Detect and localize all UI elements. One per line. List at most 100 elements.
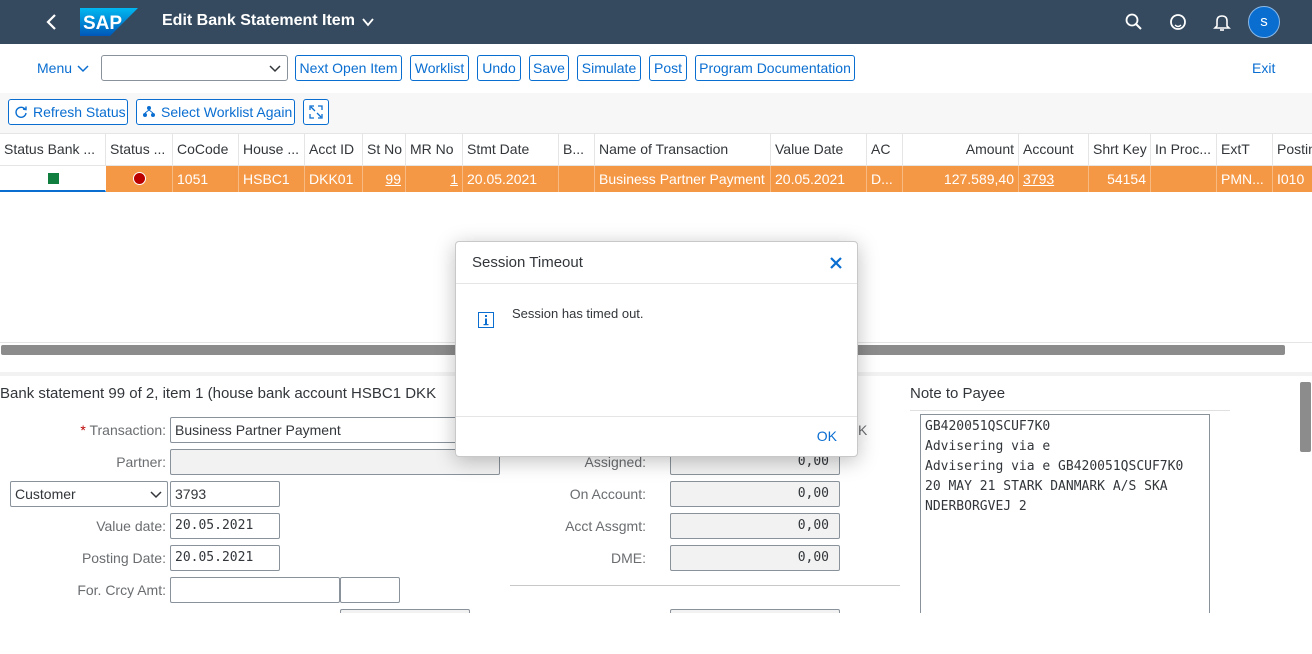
exit-button[interactable]: Exit — [1252, 60, 1275, 76]
worklist-button[interactable]: Worklist — [410, 55, 469, 81]
partner-field[interactable] — [170, 449, 500, 475]
note-to-payee-textarea[interactable]: GB420051QSCUF7K0 Advisering via e Advise… — [920, 414, 1210, 613]
undo-button[interactable]: Undo — [477, 55, 521, 81]
divider — [910, 410, 1230, 411]
for-crcy-amount-field[interactable] — [170, 577, 340, 603]
col-extt[interactable]: ExtT — [1217, 134, 1273, 165]
divider — [510, 585, 900, 586]
simulate-button[interactable]: Simulate — [577, 55, 641, 81]
for-crcy-label: For. Crcy Amt: — [77, 582, 166, 598]
amount-cell: 127.589,40 — [903, 166, 1019, 192]
next-open-item-button[interactable]: Next Open Item — [295, 55, 402, 81]
acct-assgmt-label: Acct Assgmt: — [565, 518, 646, 534]
refresh-status-button[interactable]: Refresh Status — [8, 99, 128, 125]
menu-button[interactable]: Menu — [37, 60, 90, 76]
col-account[interactable]: Account — [1019, 134, 1089, 165]
status-cell[interactable] — [106, 166, 173, 192]
search-icon[interactable] — [1124, 12, 1144, 32]
command-combobox[interactable] — [101, 55, 288, 81]
help-icon[interactable] — [1168, 12, 1188, 32]
table-row[interactable]: 1051 HSBC1 DKK01 99 1 20.05.2021 Busines… — [0, 166, 1312, 192]
session-timeout-dialog: Session Timeout Session has timed out. O… — [455, 241, 858, 457]
logo-text: SAP — [83, 13, 122, 34]
st-no-link[interactable]: 99 — [363, 166, 406, 192]
chevron-down-icon[interactable] — [268, 62, 282, 76]
shrt-key-cell: 54154 — [1089, 166, 1151, 192]
program-documentation-button[interactable]: Program Documentation — [695, 55, 855, 81]
refresh-status-label: Refresh Status — [33, 104, 126, 120]
close-icon[interactable] — [827, 254, 845, 272]
in-proc-cell — [1151, 166, 1217, 192]
refresh-icon — [15, 106, 27, 118]
col-house-bank[interactable]: House ... — [239, 134, 305, 165]
for-crcy-unit-field[interactable] — [340, 577, 400, 603]
on-account-field[interactable]: 0,00 — [670, 481, 840, 507]
transaction-field[interactable]: Business Partner Payment — [170, 417, 500, 443]
col-mr-no[interactable]: MR No — [406, 134, 463, 165]
select-worklist-again-label: Select Worklist Again — [161, 104, 293, 120]
house-bank-cell: HSBC1 — [239, 166, 305, 192]
stmt-date-cell: 20.05.2021 — [463, 166, 559, 192]
col-stmt-date[interactable]: Stmt Date — [463, 134, 559, 165]
select-worklist-again-button[interactable]: Select Worklist Again — [136, 99, 295, 125]
posting-date-field[interactable]: 20.05.2021 — [170, 545, 280, 571]
title-chevron-icon[interactable] — [360, 14, 376, 30]
sap-logo: SAP — [80, 8, 138, 36]
partially-hidden-amount-field[interactable] — [670, 609, 840, 613]
partially-hidden-field[interactable] — [340, 609, 470, 613]
scrollbar-thumb[interactable] — [1300, 382, 1311, 452]
worklist-icon — [143, 106, 155, 117]
col-in-proc[interactable]: In Proc... — [1151, 134, 1217, 165]
chevron-down-icon — [77, 65, 89, 73]
status-red-icon — [133, 172, 146, 185]
dme-label: DME: — [611, 550, 646, 566]
menu-label: Menu — [37, 60, 73, 76]
account-link[interactable]: 3793 — [1019, 166, 1089, 192]
required-marker: * — [80, 422, 86, 438]
value-date-field[interactable]: 20.05.2021 — [170, 513, 280, 539]
col-value-date[interactable]: Value Date — [771, 134, 867, 165]
vertical-scrollbar[interactable] — [1299, 381, 1312, 613]
divider — [456, 416, 857, 417]
partner-type-select[interactable]: Customer — [10, 481, 168, 507]
col-cocode[interactable]: CoCode — [173, 134, 239, 165]
acct-assgmt-field[interactable]: 0,00 — [670, 513, 840, 539]
table-toolbar: Refresh Status Select Worklist Again — [0, 93, 1312, 133]
extt-cell: PMN... — [1217, 166, 1273, 192]
toolbar: Menu Next Open Item Worklist Undo Save S… — [0, 44, 1312, 93]
col-st-no[interactable]: St No — [363, 134, 406, 165]
col-posting[interactable]: Postin — [1273, 134, 1312, 165]
ac-cell: D... — [867, 166, 903, 192]
dme-field[interactable]: 0,00 — [670, 545, 840, 571]
dialog-title: Session Timeout — [472, 254, 583, 271]
posting-cell: I010 — [1277, 171, 1305, 187]
partner-number-field[interactable]: 3793 — [170, 481, 280, 507]
table-header: Status Bank ... Status ... CoCode House … — [0, 134, 1312, 166]
expand-icon — [309, 105, 323, 119]
status-bank-cell[interactable] — [0, 166, 106, 192]
mr-no-link[interactable]: 1 — [406, 166, 463, 192]
ok-button[interactable]: OK — [817, 428, 837, 444]
value-date-cell: 20.05.2021 — [771, 166, 867, 192]
status-green-icon — [48, 173, 59, 184]
transaction-name-cell: Business Partner Payment — [595, 166, 771, 192]
col-acct-id[interactable]: Acct ID — [305, 134, 363, 165]
cocode-cell: 1051 — [173, 166, 239, 192]
save-button[interactable]: Save — [529, 55, 569, 81]
fullscreen-button[interactable] — [303, 99, 329, 125]
col-shrt-key[interactable]: Shrt Key — [1089, 134, 1151, 165]
user-avatar[interactable]: s — [1248, 6, 1280, 38]
col-b[interactable]: B... — [559, 134, 595, 165]
app-title[interactable]: Edit Bank Statement Item — [162, 12, 355, 30]
chevron-down-icon — [150, 491, 162, 499]
notifications-icon[interactable] — [1212, 12, 1232, 32]
back-icon[interactable] — [42, 11, 62, 33]
form-title: Bank statement 99 of 2, item 1 (house ba… — [0, 385, 437, 402]
col-name-of-transaction[interactable]: Name of Transaction — [595, 134, 771, 165]
col-ac[interactable]: AC — [867, 134, 903, 165]
col-status-bank[interactable]: Status Bank ... — [0, 134, 106, 165]
dialog-header: Session Timeout — [456, 242, 857, 284]
post-button[interactable]: Post — [649, 55, 687, 81]
col-amount[interactable]: Amount — [903, 134, 1019, 165]
col-status[interactable]: Status ... — [106, 134, 173, 165]
